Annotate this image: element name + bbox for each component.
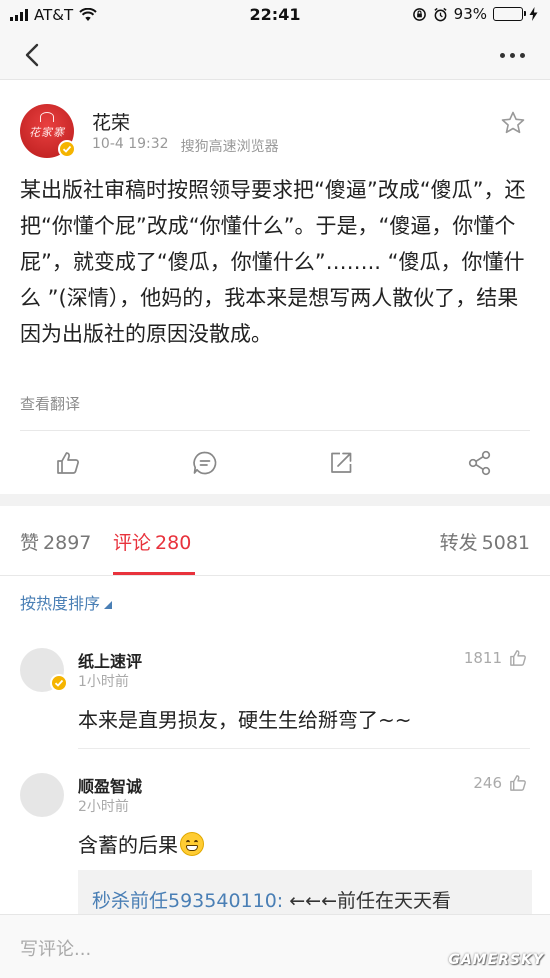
- commenter-avatar[interactable]: [20, 773, 64, 817]
- comment-like-button[interactable]: 246: [473, 773, 528, 793]
- thumbs-up-icon: [510, 650, 526, 666]
- tab-reposts-label: 转发: [439, 532, 478, 554]
- status-bar: AT&T 22:41 93%: [0, 0, 550, 30]
- divider: [78, 748, 530, 749]
- more-dot: [509, 52, 515, 58]
- like-button[interactable]: [54, 449, 82, 477]
- battery-percent: 93%: [453, 5, 487, 23]
- more-button[interactable]: [492, 40, 532, 70]
- post-action-bar: [0, 431, 550, 493]
- comment-time: 2小时前: [78, 799, 129, 815]
- post-source: 搜狗高速浏览器: [180, 139, 279, 155]
- watermark: GAMERSKY: [448, 952, 544, 968]
- comment-item: 纸上速评 1小时前 1811 本来是直男损友，硬生生给掰弯了~~: [0, 640, 550, 750]
- nav-bar: [0, 30, 550, 80]
- tab-reposts-count: 5081: [481, 532, 530, 554]
- share-button[interactable]: [466, 449, 494, 477]
- repost-button[interactable]: [327, 449, 355, 477]
- chevron-left-icon: [25, 43, 39, 67]
- comment-input[interactable]: 写评论...: [20, 935, 91, 961]
- comment-like-count: 1811: [463, 649, 502, 667]
- sort-toggle[interactable]: 按热度排序: [20, 590, 113, 614]
- comment-text: 含蓄的后果: [78, 829, 204, 858]
- emoji-mouth: [186, 845, 198, 851]
- post-text: 某出版社审稿时按照领导要求把“傻逼”改成“傻瓜”，还把“你懂个屁”改成“你懂什么…: [20, 178, 526, 346]
- comment-like-count: 246: [473, 774, 502, 792]
- alarm-icon: [434, 7, 447, 21]
- active-tab-indicator: [113, 572, 195, 575]
- comment-item: 顺盈智诚 2小时前 246 含蓄的后果: [0, 765, 550, 865]
- tab-comments-count: 280: [155, 532, 192, 554]
- repost-icon: [331, 452, 352, 473]
- comment-text-content: 含蓄的后果: [78, 833, 178, 857]
- translate-link[interactable]: 查看翻译: [20, 393, 80, 414]
- tab-reposts[interactable]: 转发 5081: [440, 528, 530, 555]
- thumbs-up-icon: [57, 452, 79, 474]
- tab-comments-label: 评论: [113, 532, 152, 554]
- sort-label: 按热度排序: [20, 594, 101, 613]
- more-horizontal-icon: [499, 52, 505, 58]
- share-icon: [468, 450, 491, 476]
- commenter-name[interactable]: 顺盈智诚: [78, 773, 142, 797]
- grinning-face-icon: [180, 832, 204, 856]
- favorite-button[interactable]: [500, 110, 526, 136]
- author-name[interactable]: 花荣: [92, 108, 130, 135]
- reply-author[interactable]: 秒杀前任593540110:: [92, 890, 283, 912]
- tab-comments[interactable]: 评论 280: [113, 528, 191, 555]
- comment-text: 本来是直男损友，硬生生给掰弯了~~: [78, 708, 412, 732]
- comment-like-button[interactable]: 1811: [464, 648, 528, 668]
- avatar-logo-mark: [40, 112, 54, 122]
- comment-icon: [193, 451, 217, 475]
- battery-icon: [493, 7, 526, 21]
- reply-text: 秒杀前任593540110: ←←←前任在天天看: [92, 886, 522, 913]
- charging-bolt-icon: [529, 7, 538, 21]
- verified-badge-icon: [50, 674, 68, 692]
- tab-likes-count: 2897: [43, 532, 92, 554]
- rotation-lock-icon: [412, 7, 426, 21]
- status-right: 93%: [412, 5, 538, 23]
- more-dot: [519, 52, 525, 58]
- comment-button[interactable]: [191, 449, 219, 477]
- verified-badge-icon: [58, 140, 76, 158]
- star-icon: [501, 111, 525, 134]
- tab-likes-label: 赞: [20, 532, 40, 554]
- commenter-name[interactable]: 纸上速评: [78, 648, 142, 672]
- post-meta: 10-4 19:32 搜狗高速浏览器: [92, 136, 279, 156]
- tab-likes[interactable]: 赞 2897: [20, 528, 91, 555]
- post-date: 10-4 19:32: [92, 136, 169, 152]
- thumbs-up-icon: [510, 775, 526, 791]
- avatar-logo-text: 花家寨: [29, 126, 65, 139]
- sort-triangle-icon: [104, 601, 113, 609]
- section-gap: [0, 494, 550, 506]
- comment-time: 1小时前: [78, 674, 129, 690]
- post-tabs: 赞 2897 评论 280 转发 5081: [0, 506, 550, 576]
- comment-input-bar: 写评论...: [0, 914, 550, 978]
- post-card: 花家寨 花荣 10-4 19:32 搜狗高速浏览器 某出版社审稿时按照领导要求把…: [0, 80, 550, 494]
- reply-content: ←←←前任在天天看: [283, 890, 452, 912]
- back-button[interactable]: [18, 40, 48, 70]
